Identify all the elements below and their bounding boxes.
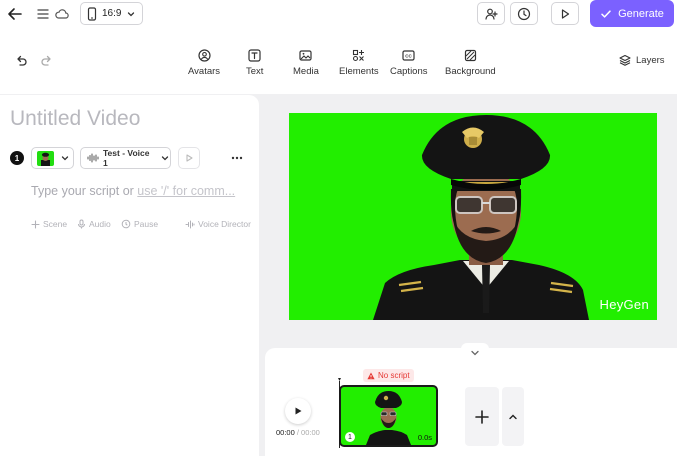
layers-label: Layers — [636, 54, 665, 66]
undo-icon[interactable] — [14, 54, 28, 68]
add-user-icon — [484, 7, 498, 21]
add-user-button[interactable] — [477, 2, 505, 25]
cloud-icon — [54, 6, 70, 22]
avatar-icon — [197, 49, 211, 62]
video-preview-canvas[interactable]: HeyGen — [289, 113, 657, 320]
avatar-figure — [373, 115, 589, 320]
generate-button[interactable]: Generate — [590, 0, 674, 27]
expand-timeline-button[interactable] — [502, 387, 524, 446]
check-icon — [600, 8, 612, 20]
voice-director-icon — [185, 220, 195, 229]
voice-director-label: Voice Director — [198, 219, 251, 229]
clip-duration: 0.0s — [417, 433, 432, 442]
audio-label: Audio — [89, 219, 111, 229]
clip-number-badge: 1 — [345, 432, 355, 442]
add-pause-button[interactable]: Pause — [121, 219, 158, 229]
scene-number-badge: 1 — [10, 151, 24, 165]
play-icon — [559, 8, 571, 20]
tool-label: Media — [293, 66, 319, 77]
plus-icon — [31, 219, 40, 229]
plus-icon — [474, 409, 490, 425]
add-scene-timeline-button[interactable] — [465, 387, 499, 446]
editor-toolbar: Avatars Text Media Elements CC Captions … — [0, 28, 677, 94]
layers-button[interactable]: Layers — [619, 54, 665, 66]
tool-label: Background — [445, 66, 496, 77]
tool-label: Text — [246, 66, 264, 77]
slash-command-hint: use '/' for comm... — [137, 184, 236, 198]
timeline-time: 00:00 / 00:00 — [276, 428, 320, 437]
play-icon — [184, 153, 194, 163]
tool-background[interactable]: Background — [445, 49, 496, 77]
voice-dropdown[interactable]: Test - Voice 1 — [80, 147, 171, 169]
elements-icon — [352, 49, 365, 62]
waveform-icon — [87, 153, 99, 163]
back-arrow-icon[interactable] — [6, 5, 24, 23]
chevron-down-icon — [469, 347, 481, 359]
heygen-watermark: HeyGen — [599, 297, 649, 312]
redo-icon[interactable] — [40, 54, 54, 68]
play-icon — [293, 406, 303, 416]
captions-icon: CC — [402, 49, 415, 62]
pause-timer-icon — [121, 219, 131, 229]
more-options-icon[interactable] — [230, 151, 244, 165]
total-time: 00:00 — [301, 428, 320, 437]
aspect-ratio-dropdown[interactable]: 16:9 — [80, 2, 143, 25]
image-icon — [299, 49, 313, 62]
avatar-dropdown[interactable] — [31, 147, 74, 169]
script-input[interactable]: Type your script or use '/' for comm... — [31, 184, 249, 198]
tool-elements[interactable]: Elements — [339, 49, 379, 77]
microphone-icon — [77, 219, 86, 229]
scene-clip[interactable]: 1 0.0s — [339, 385, 438, 447]
tool-label: Avatars — [188, 66, 221, 77]
no-script-warning: No script — [363, 369, 414, 382]
video-title[interactable]: Untitled Video — [10, 107, 140, 131]
text-icon — [248, 49, 261, 62]
current-time: 00:00 — [276, 428, 295, 437]
history-button[interactable] — [510, 2, 538, 25]
menu-icon[interactable] — [36, 6, 50, 22]
tool-media[interactable]: Media — [293, 49, 319, 77]
chevron-down-icon — [160, 153, 170, 163]
timeline-play-button[interactable] — [285, 398, 311, 424]
avatar-thumbnail — [37, 150, 54, 166]
preview-play-button[interactable] — [551, 2, 579, 25]
chevron-down-icon — [60, 153, 70, 163]
phone-icon — [87, 6, 97, 21]
background-icon — [464, 49, 477, 62]
chevron-down-icon — [126, 9, 136, 19]
svg-text:CC: CC — [406, 54, 413, 59]
collapse-timeline-button[interactable] — [461, 343, 489, 363]
play-script-button[interactable] — [178, 147, 200, 169]
tool-captions[interactable]: CC Captions — [390, 49, 428, 77]
tool-label: Elements — [339, 66, 379, 77]
tool-avatars[interactable]: Avatars — [188, 49, 220, 77]
warning-icon — [367, 372, 375, 380]
add-audio-button[interactable]: Audio — [77, 219, 111, 229]
clock-icon — [517, 7, 531, 21]
aspect-ratio-value: 16:9 — [102, 8, 122, 19]
tool-label: Captions — [390, 66, 428, 77]
add-scene-button[interactable]: Scene — [31, 219, 67, 229]
chevron-up-icon — [507, 411, 519, 423]
layers-icon — [619, 54, 631, 66]
script-panel: Untitled Video 1 Test - Voice 1 Type you… — [0, 95, 259, 456]
top-bar: 16:9 Generate — [0, 0, 677, 28]
pause-label: Pause — [134, 219, 159, 229]
tool-text[interactable]: Text — [246, 49, 263, 77]
voice-director-button[interactable]: Voice Director — [185, 219, 251, 229]
generate-label: Generate — [618, 7, 664, 20]
voice-label: Test - Voice 1 — [103, 148, 150, 168]
scene-label: Scene — [43, 219, 68, 229]
script-placeholder: Type your script or — [31, 184, 138, 198]
no-script-label: No script — [378, 371, 410, 380]
